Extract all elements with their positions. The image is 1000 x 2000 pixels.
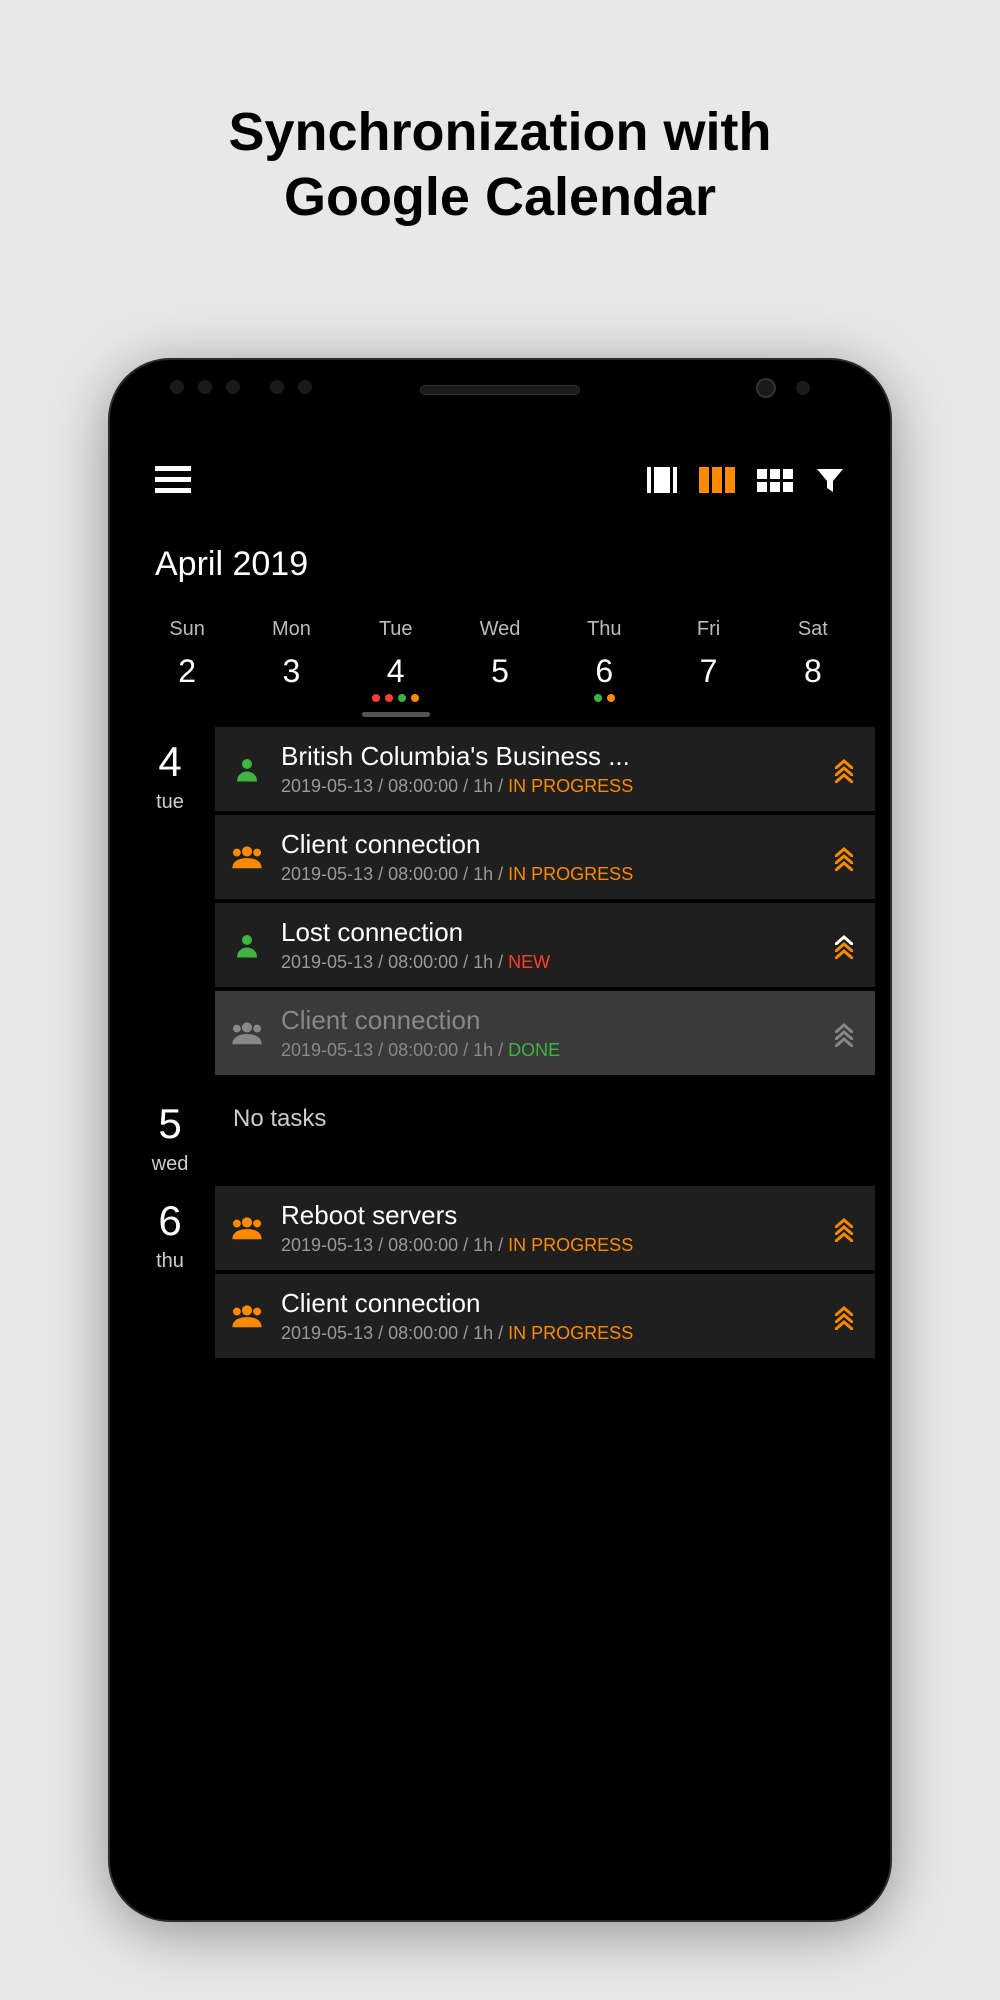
group-icon (229, 1018, 265, 1048)
columns-icon (699, 467, 709, 493)
task-status: DONE (508, 1040, 560, 1060)
app-screen: April 2019 Sun2Mon3Tue4Wed5Thu6Fri7Sat8 … (125, 425, 875, 1905)
day-number: 7 (656, 647, 760, 694)
task-title: Client connection (281, 1005, 813, 1036)
task-status: IN PROGRESS (508, 1323, 633, 1343)
task-status: NEW (508, 952, 550, 972)
person-icon (229, 754, 265, 784)
day-block: 4 tue British Columbia's Business ... 2019-… (125, 727, 875, 1079)
day-column[interactable]: Sun2 (135, 608, 239, 708)
priority-icon (829, 935, 859, 956)
weekday-label: Sat (761, 608, 865, 647)
priority-icon (829, 847, 859, 868)
day-number: 4 (344, 647, 448, 694)
view-day-button[interactable] (647, 467, 677, 493)
grid-icon (757, 469, 767, 479)
task-title: British Columbia's Business ... (281, 741, 813, 772)
day-number: 2 (135, 647, 239, 694)
task-subtitle: 2019-05-13 / 08:00:00 / 1h / IN PROGRESS (281, 1323, 813, 1344)
no-tasks-label: No tasks (215, 1089, 875, 1133)
menu-button[interactable] (155, 466, 191, 494)
priority-icon (829, 1218, 859, 1239)
event-dots (344, 694, 448, 708)
week-strip[interactable]: Sun2Mon3Tue4Wed5Thu6Fri7Sat8 (125, 598, 875, 708)
task-row[interactable]: Client connection 2019-05-13 / 08:00:00 /… (215, 815, 875, 899)
day-number: 5 (125, 1103, 215, 1145)
day-number: 4 (125, 741, 215, 783)
task-status: IN PROGRESS (508, 864, 633, 884)
task-row[interactable]: Reboot servers 2019-05-13 / 08:00:00 / 1h… (215, 1186, 875, 1270)
priority-icon (829, 759, 859, 780)
filter-button[interactable] (815, 465, 845, 495)
weekday-label: Thu (552, 608, 656, 647)
view-3day-button[interactable] (699, 467, 735, 493)
day-column[interactable]: Tue4 (344, 608, 448, 708)
weekday-label: Sun (135, 608, 239, 647)
day-number: 5 (448, 647, 552, 694)
group-icon (229, 1301, 265, 1331)
task-subtitle: 2019-05-13 / 08:00:00 / 1h / IN PROGRESS (281, 1235, 813, 1256)
funnel-icon (815, 465, 845, 495)
column-icon (647, 467, 651, 493)
event-dots (552, 694, 656, 708)
month-label: April 2019 (125, 515, 875, 598)
event-dots (656, 694, 760, 708)
day-column[interactable]: Fri7 (656, 608, 760, 708)
weekday-short: wed (125, 1153, 215, 1176)
day-column[interactable]: Wed5 (448, 608, 552, 708)
phone-frame: April 2019 Sun2Mon3Tue4Wed5Thu6Fri7Sat8 … (110, 360, 890, 1920)
task-row[interactable]: British Columbia's Business ... 2019-05-1… (215, 727, 875, 811)
task-title: Lost connection (281, 917, 813, 948)
group-icon (229, 842, 265, 872)
day-number: 8 (761, 647, 865, 694)
day-number: 6 (552, 647, 656, 694)
task-subtitle: 2019-05-13 / 08:00:00 / 1h / IN PROGRESS (281, 776, 813, 797)
marketing-heading: Synchronization with Google Calendar (0, 0, 1000, 230)
day-block: 5 wedNo tasks (125, 1089, 875, 1176)
weekday-label: Tue (344, 608, 448, 647)
group-icon (229, 1213, 265, 1243)
view-month-button[interactable] (757, 469, 793, 492)
weekday-label: Fri (656, 608, 760, 647)
task-row[interactable]: Lost connection 2019-05-13 / 08:00:00 / 1… (215, 903, 875, 987)
priority-icon (829, 1023, 859, 1044)
heading-line-1: Synchronization with (228, 102, 771, 162)
task-title: Reboot servers (281, 1200, 813, 1231)
task-title: Client connection (281, 829, 813, 860)
day-column[interactable]: Thu6 (552, 608, 656, 708)
task-status: IN PROGRESS (508, 1235, 633, 1255)
priority-icon (829, 1306, 859, 1327)
task-subtitle: 2019-05-13 / 08:00:00 / 1h / NEW (281, 952, 813, 973)
event-dots (239, 694, 343, 708)
selected-day-indicator (362, 712, 430, 717)
person-icon (229, 930, 265, 960)
task-subtitle: 2019-05-13 / 08:00:00 / 1h / DONE (281, 1040, 813, 1061)
day-column[interactable]: Sat8 (761, 608, 865, 708)
task-row[interactable]: Client connection 2019-05-13 / 08:00:00 /… (215, 1274, 875, 1358)
task-title: Client connection (281, 1288, 813, 1319)
day-number: 3 (239, 647, 343, 694)
task-row[interactable]: Client connection 2019-05-13 / 08:00:00 /… (215, 991, 875, 1075)
event-dots (135, 694, 239, 708)
day-column[interactable]: Mon3 (239, 608, 343, 708)
event-dots (761, 694, 865, 708)
event-dots (448, 694, 552, 708)
day-number: 6 (125, 1200, 215, 1242)
heading-line-2: Google Calendar (284, 167, 716, 227)
weekday-short: tue (125, 791, 215, 814)
task-status: IN PROGRESS (508, 776, 633, 796)
hamburger-icon (155, 466, 191, 494)
day-block: 6 thu Reboot servers 2019-05-13 / 08:00:00 … (125, 1186, 875, 1362)
task-subtitle: 2019-05-13 / 08:00:00 / 1h / IN PROGRESS (281, 864, 813, 885)
weekday-label: Wed (448, 608, 552, 647)
weekday-short: thu (125, 1250, 215, 1273)
weekday-label: Mon (239, 608, 343, 647)
